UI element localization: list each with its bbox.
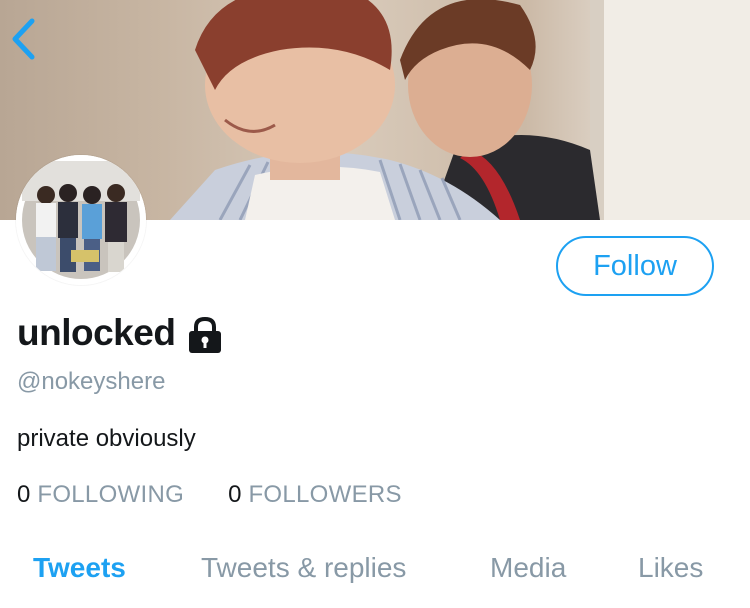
back-button[interactable]	[10, 18, 50, 68]
following-count: 0	[17, 481, 31, 508]
profile-name-row: unlocked	[17, 312, 225, 354]
lock-icon	[189, 316, 222, 353]
avatar[interactable]	[16, 155, 146, 285]
profile-handle: @nokeyshere	[17, 368, 166, 395]
follow-button[interactable]: Follow	[556, 236, 714, 296]
display-name: unlocked	[17, 312, 176, 353]
followers-count: 0	[228, 481, 242, 508]
following-label: FOLLOWING	[37, 481, 185, 508]
followers-link[interactable]: 0 FOLLOWERS	[228, 481, 402, 509]
followers-label: FOLLOWERS	[248, 481, 402, 508]
avatar-photo	[16, 155, 146, 285]
profile-stats: 0 FOLLOWING 0 FOLLOWERS	[17, 481, 402, 509]
profile-tabs: Tweets Tweets & replies Media Likes	[0, 552, 750, 592]
following-link[interactable]: 0 FOLLOWING	[17, 481, 184, 509]
follow-button-label: Follow	[593, 249, 677, 282]
chevron-left-icon	[12, 18, 35, 60]
tab-likes[interactable]: Likes	[638, 552, 703, 584]
profile-bio: private obviously	[17, 425, 196, 452]
tab-media[interactable]: Media	[490, 552, 566, 584]
tab-tweets[interactable]: Tweets	[33, 552, 126, 584]
tab-tweets-and-replies[interactable]: Tweets & replies	[201, 552, 406, 584]
